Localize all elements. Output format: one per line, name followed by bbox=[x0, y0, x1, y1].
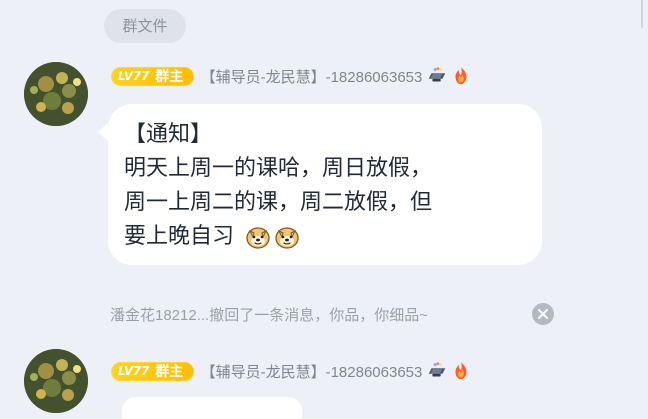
avatar-image bbox=[24, 349, 88, 413]
next-message-bubble[interactable] bbox=[122, 397, 302, 419]
avatar[interactable] bbox=[24, 349, 88, 413]
message-bubble[interactable]: 【通知】 明天上周一的课哈，周日放假， 周一上周二的课，周二放假，但 要上晚自习 bbox=[98, 104, 542, 265]
member-badges bbox=[426, 360, 472, 382]
message-meta-row: LV77 群主 【辅导员-龙民慧】-18286063653 bbox=[111, 360, 472, 382]
sender-name[interactable]: 【辅导员-龙民慧】-18286063653 bbox=[201, 66, 423, 87]
member-badges bbox=[426, 65, 472, 87]
avatar[interactable] bbox=[24, 62, 88, 126]
message-line-3: 周一上周二的课，周二放假，但 bbox=[124, 190, 433, 215]
owner-level-badge: LV77 群主 bbox=[111, 361, 194, 381]
doge-emoji-icon bbox=[275, 227, 299, 249]
level-label: LV77 bbox=[118, 364, 150, 378]
emoji-group bbox=[245, 225, 300, 249]
level-label: LV77 bbox=[118, 69, 150, 83]
flame-icon bbox=[455, 66, 467, 85]
close-circle-icon[interactable] bbox=[532, 303, 554, 325]
message-meta-row: LV77 群主 【辅导员-龙民慧】-18286063653 bbox=[111, 65, 472, 87]
group-files-chip[interactable]: 群文件 bbox=[104, 9, 186, 43]
owner-level-badge: LV77 群主 bbox=[111, 66, 194, 86]
avatar-image bbox=[24, 62, 88, 126]
message-line-1: 【通知】 bbox=[124, 122, 213, 147]
scrollbar[interactable] bbox=[641, 0, 643, 28]
message-line-4-container: 要上晚自习 bbox=[124, 220, 526, 254]
role-label: 群主 bbox=[155, 69, 184, 85]
group-files-label: 群文件 bbox=[122, 17, 168, 35]
recall-notice: 潘金花18212...撤回了一条消息，你品，你细品~ bbox=[110, 303, 562, 325]
close-icon bbox=[538, 309, 548, 319]
doge-emoji-icon bbox=[246, 227, 270, 249]
message-line-2: 明天上周一的课哈，周日放假， bbox=[124, 156, 433, 181]
message-line-4: 要上晚自习 bbox=[124, 224, 235, 249]
sender-name[interactable]: 【辅导员-龙民慧】-18286063653 bbox=[201, 361, 423, 382]
recall-notice-text: 潘金花18212...撤回了一条消息，你品，你细品~ bbox=[110, 306, 428, 324]
flame-icon bbox=[455, 361, 467, 380]
diamond-gift-icon bbox=[429, 66, 446, 82]
role-label: 群主 bbox=[155, 364, 184, 380]
diamond-gift-icon bbox=[429, 361, 446, 377]
